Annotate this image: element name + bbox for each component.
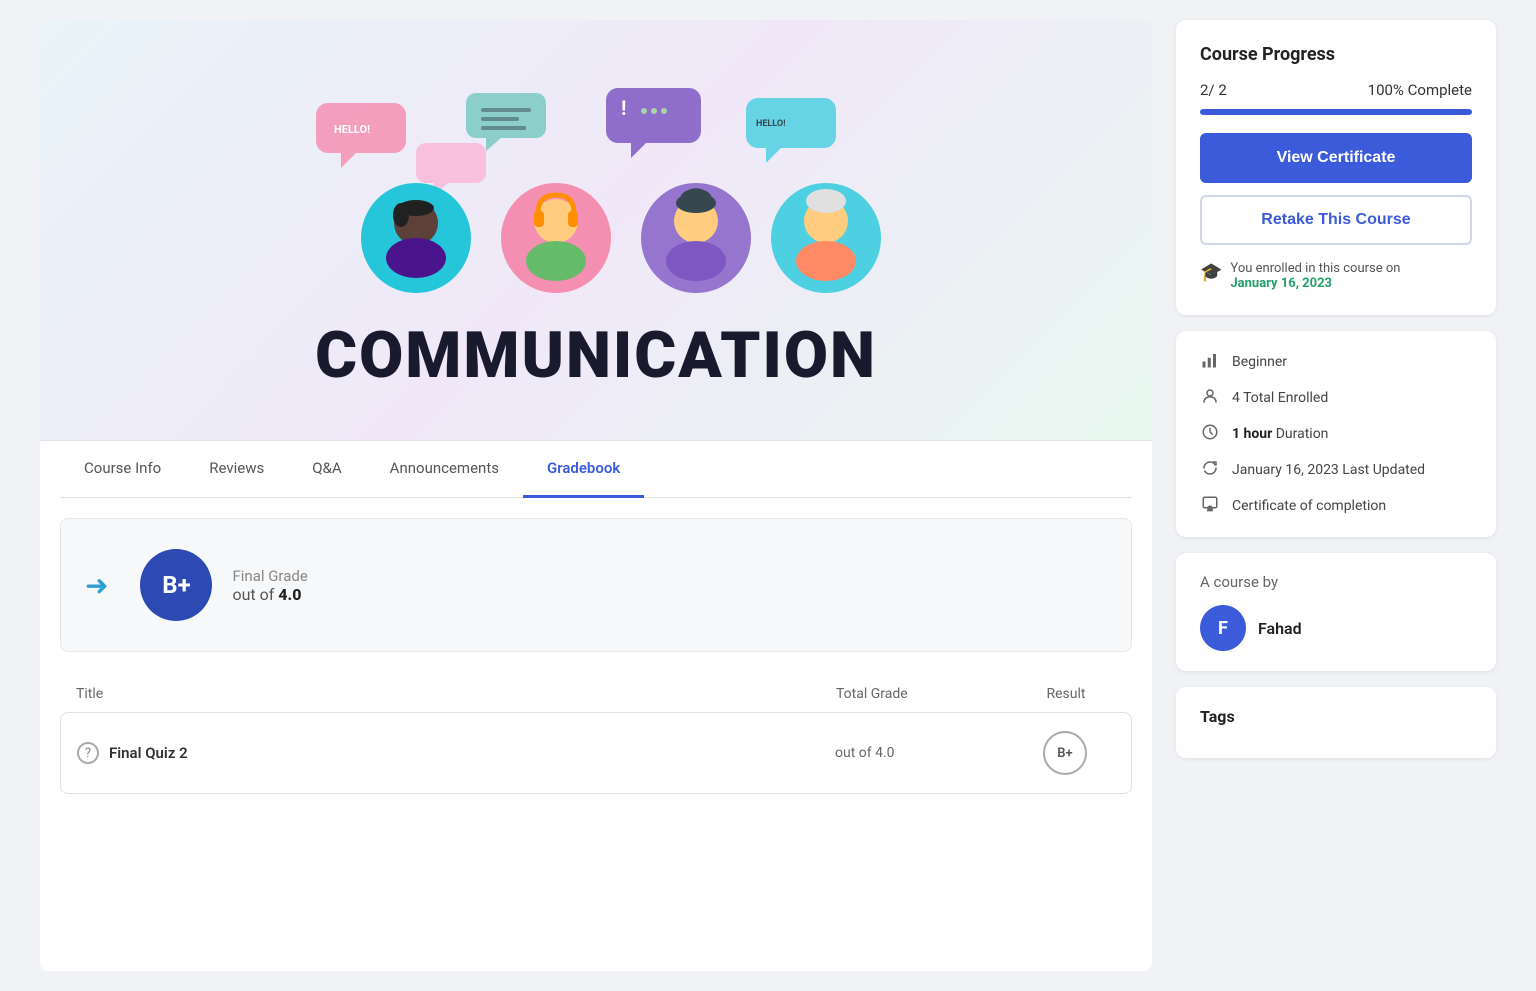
banner-illustration: HELLO! HELLO! [286, 78, 906, 298]
course-by-title: A course by [1200, 573, 1472, 591]
instructor-row: F Fahad [1200, 605, 1472, 651]
course-meta-card: Beginner 4 Total Enrolled [1176, 331, 1496, 537]
instructor-name: Fahad [1258, 619, 1302, 638]
final-grade-label: Final Grade [232, 567, 307, 585]
progress-bar-fill [1200, 109, 1472, 115]
tags-card: Tags [1176, 687, 1496, 758]
enrolled-icon [1200, 387, 1220, 409]
col-header-total: Total Grade [836, 686, 1016, 702]
right-sidebar: Course Progress 2/ 2 100% Complete View … [1176, 20, 1496, 971]
updated-icon [1200, 459, 1220, 481]
last-updated-date: January 16, 2023 [1232, 462, 1339, 478]
tab-gradebook[interactable]: Gradebook [523, 441, 644, 498]
meta-level-value: Beginner [1232, 354, 1287, 370]
result-circle: B+ [1043, 731, 1087, 775]
enroll-text: You enrolled in this course on January 1… [1230, 261, 1400, 291]
instructor-avatar: F [1200, 605, 1246, 651]
course-by-card: A course by F Fahad [1176, 553, 1496, 671]
quiz-total-grade: out of 4.0 [835, 745, 1015, 761]
tab-reviews[interactable]: Reviews [185, 441, 288, 498]
quiz-name: Final Quiz 2 [109, 744, 835, 762]
gradebook-content: ➜ B+ Final Grade out of 4.0 Title Total … [40, 498, 1152, 814]
tabs-nav: Course Info Reviews Q&A Announcements Gr… [60, 441, 1132, 498]
meta-certificate: Certificate of completion [1200, 495, 1472, 517]
meta-updated: January 16, 2023 Last Updated [1200, 459, 1472, 481]
tab-announcements[interactable]: Announcements [366, 441, 523, 498]
meta-enrolled-count: 4 Total Enrolled [1232, 390, 1328, 406]
tags-title: Tags [1200, 707, 1472, 726]
grades-table-header: Title Total Grade Result [60, 676, 1132, 712]
course-banner: HELLO! HELLO! [40, 20, 1152, 440]
meta-level: Beginner [1200, 351, 1472, 373]
tabs-section: Course Info Reviews Q&A Announcements Gr… [40, 440, 1152, 498]
meta-duration-value: 1 hour Duration [1232, 426, 1328, 442]
duration-icon [1200, 423, 1220, 445]
quiz-icon: ? [77, 742, 99, 764]
grade-header-card: ➜ B+ Final Grade out of 4.0 [60, 518, 1132, 652]
duration-bold: 1 hour [1232, 426, 1272, 442]
view-certificate-button[interactable]: View Certificate [1200, 133, 1472, 183]
col-header-result: Result [1016, 686, 1116, 702]
last-updated-label: Last Updated [1342, 462, 1425, 478]
progress-percent: 100% Complete [1368, 81, 1472, 99]
progress-row: 2/ 2 100% Complete [1200, 81, 1472, 99]
progress-card-title: Course Progress [1200, 44, 1472, 65]
meta-certificate-label: Certificate of completion [1232, 498, 1386, 514]
grade-info: Final Grade out of 4.0 [232, 567, 307, 604]
quiz-result-badge: B+ [1015, 731, 1115, 775]
meta-updated-value: January 16, 2023 Last Updated [1232, 462, 1425, 478]
quiz-row: ? Final Quiz 2 out of 4.0 B+ [60, 712, 1132, 794]
svg-text:HELLO!: HELLO! [756, 119, 786, 129]
retake-course-button[interactable]: Retake This Course [1200, 195, 1472, 245]
grade-out-of: out of 4.0 [232, 585, 307, 604]
duration-label: Duration [1276, 426, 1329, 442]
meta-duration: 1 hour Duration [1200, 423, 1472, 445]
grade-badge-value: B+ [162, 571, 190, 599]
instructor-initial: F [1218, 618, 1228, 639]
progress-fraction: 2/ 2 [1200, 81, 1227, 99]
tab-qna[interactable]: Q&A [288, 441, 365, 498]
progress-card: Course Progress 2/ 2 100% Complete View … [1176, 20, 1496, 315]
grade-badge: B+ [140, 549, 212, 621]
course-title: COMMUNICATION [315, 318, 877, 393]
enroll-date: January 16, 2023 [1230, 276, 1332, 291]
main-content: HELLO! HELLO! [40, 20, 1152, 971]
svg-text:!: ! [621, 96, 626, 120]
grade-arrow-icon: ➜ [85, 569, 108, 602]
certificate-icon [1200, 495, 1220, 517]
col-header-title: Title [76, 686, 836, 702]
meta-enrolled: 4 Total Enrolled [1200, 387, 1472, 409]
svg-text:HELLO!: HELLO! [334, 123, 370, 136]
progress-bar-bg [1200, 109, 1472, 115]
enroll-icon: 🎓 [1200, 262, 1222, 283]
enroll-notice-text: You enrolled in this course on [1230, 261, 1400, 276]
tab-course-info[interactable]: Course Info [60, 441, 185, 498]
grade-max-value: 4.0 [278, 585, 301, 604]
illustration-svg: HELLO! HELLO! [286, 83, 906, 293]
enroll-notice: 🎓 You enrolled in this course on January… [1200, 261, 1472, 291]
level-icon [1200, 351, 1220, 373]
